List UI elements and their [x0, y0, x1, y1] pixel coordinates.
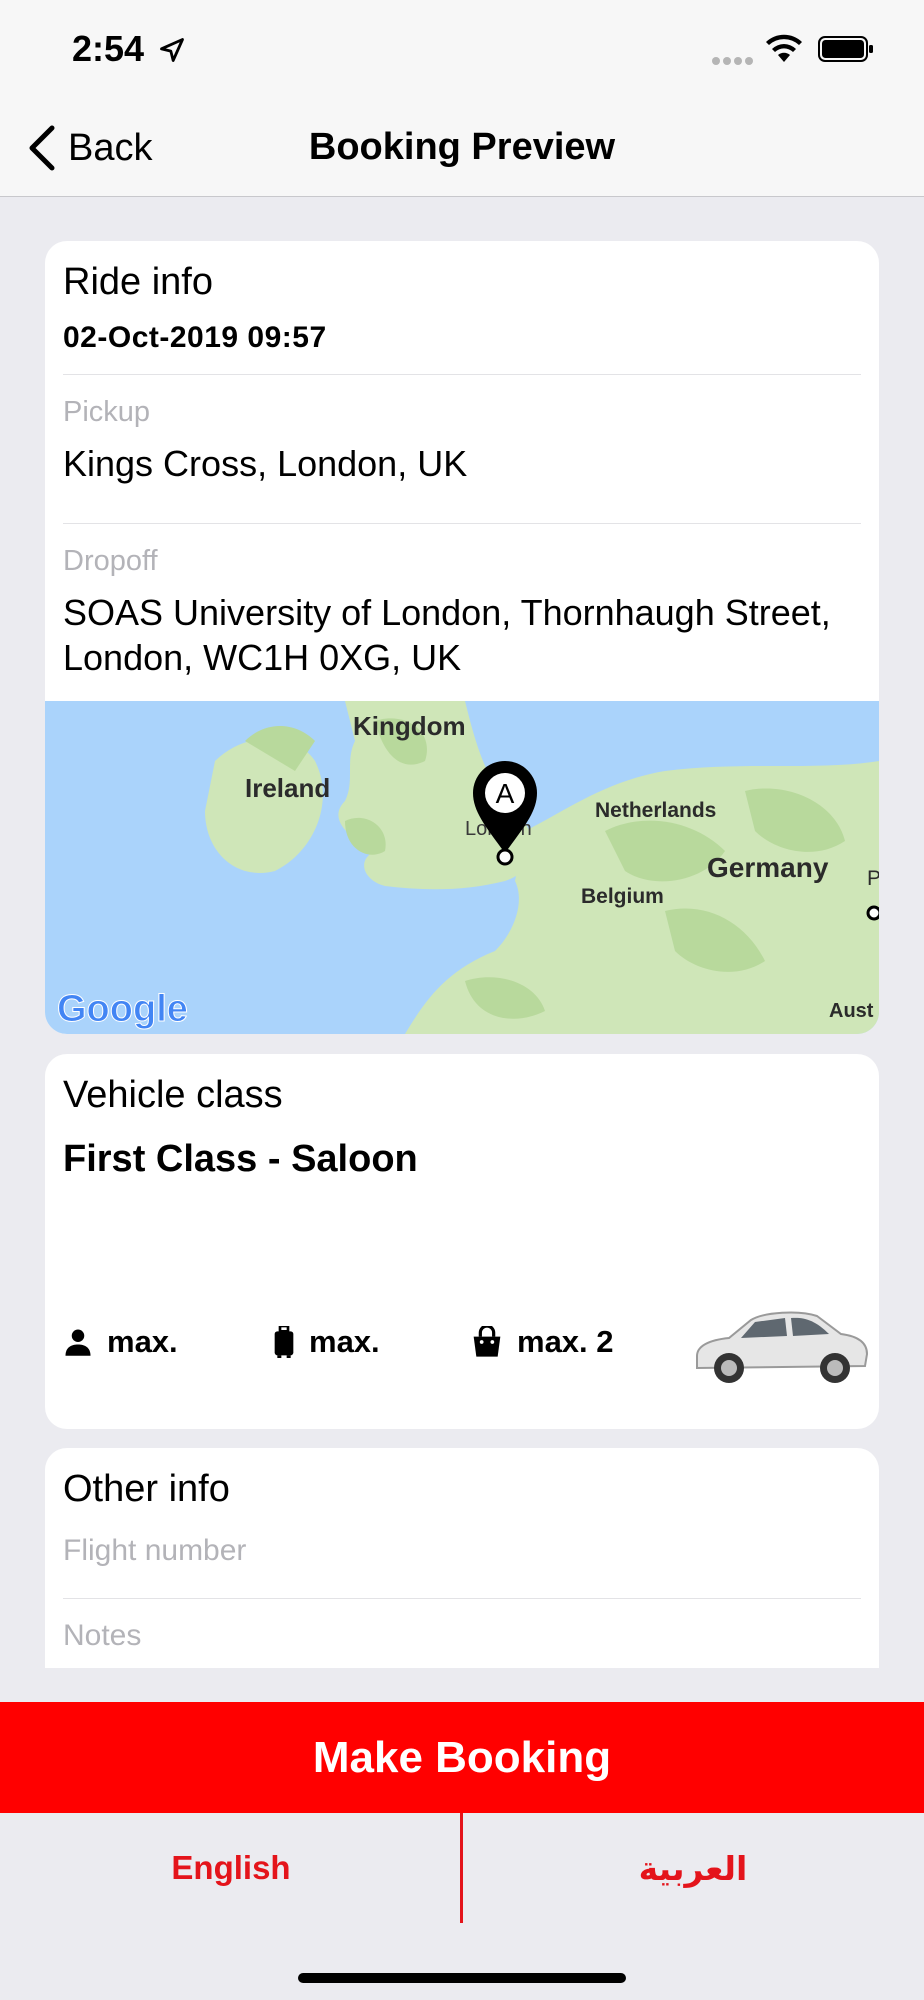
wifi-icon [766, 34, 802, 62]
bag-icon [473, 1326, 501, 1357]
status-time: 2:54 [72, 28, 145, 69]
map-label-germany: Germany [707, 852, 829, 883]
notes-input[interactable]: Notes [63, 1619, 141, 1653]
luggage-capacity-text: max. [309, 1324, 380, 1359]
other-info-card: Other info Flight number Notes [45, 1448, 879, 1668]
divider [63, 374, 861, 375]
ride-info-card: Ride info 02-Oct-2019 09:57 Pickup Kings… [45, 241, 879, 1034]
map-label-netherlands: Netherlands [595, 799, 716, 822]
passenger-capacity: max. [63, 1324, 178, 1360]
flight-number-input[interactable]: Flight number [63, 1534, 246, 1568]
google-logo: Google [57, 988, 188, 1030]
suitcase-icon [274, 1326, 294, 1358]
divider [63, 523, 861, 524]
map-label-edge-partial: P [867, 867, 879, 890]
map-label-ireland: Ireland [245, 773, 330, 803]
pickup-field[interactable]: Kings Cross, London, UK [63, 441, 849, 486]
location-arrow-icon [160, 38, 184, 62]
passenger-capacity-text: max. [107, 1324, 178, 1359]
cellular-signal-icon [712, 52, 756, 70]
person-icon [65, 1329, 91, 1356]
home-indicator[interactable] [298, 1973, 626, 1983]
arabic-language-button[interactable]: العربية [462, 1849, 924, 1888]
english-language-button[interactable]: English [0, 1849, 462, 1887]
city-dot-icon [866, 905, 879, 921]
vehicle-class-name: First Class - Saloon [63, 1138, 418, 1180]
language-switcher: English العربية [0, 1813, 924, 2000]
hand-luggage-capacity: max. 2 [471, 1324, 614, 1360]
navigation-bar: Back Booking Preview [0, 100, 924, 197]
ride-datetime: 02-Oct-2019 09:57 [63, 321, 327, 354]
other-info-heading: Other info [63, 1468, 230, 1510]
map-label-kingdom: Kingdom [353, 711, 466, 741]
dropoff-field[interactable]: SOAS University of London, Thornhaugh St… [63, 590, 849, 680]
route-map[interactable]: Kingdom Ireland Netherlands London Germa… [45, 701, 879, 1034]
map-label-belgium: Belgium [581, 885, 664, 908]
battery-icon [818, 36, 873, 62]
make-booking-button[interactable]: Make Booking [0, 1702, 924, 1813]
hand-luggage-capacity-text: max. 2 [517, 1324, 614, 1359]
pickup-label: Pickup [63, 396, 151, 428]
luggage-capacity: max. [273, 1324, 380, 1360]
page-title: Booking Preview [308, 126, 616, 168]
car-image [696, 1311, 869, 1383]
marker-letter: A [496, 778, 515, 809]
vehicle-class-card: Vehicle class First Class - Saloon max. … [45, 1054, 879, 1429]
divider [63, 1598, 861, 1599]
status-bar: 2:54 [0, 0, 924, 100]
vehicle-class-heading: Vehicle class [63, 1074, 283, 1116]
dropoff-label: Dropoff [63, 545, 158, 577]
map-label-austria-partial: Aust [829, 1000, 874, 1022]
ride-info-heading: Ride info [63, 261, 213, 303]
